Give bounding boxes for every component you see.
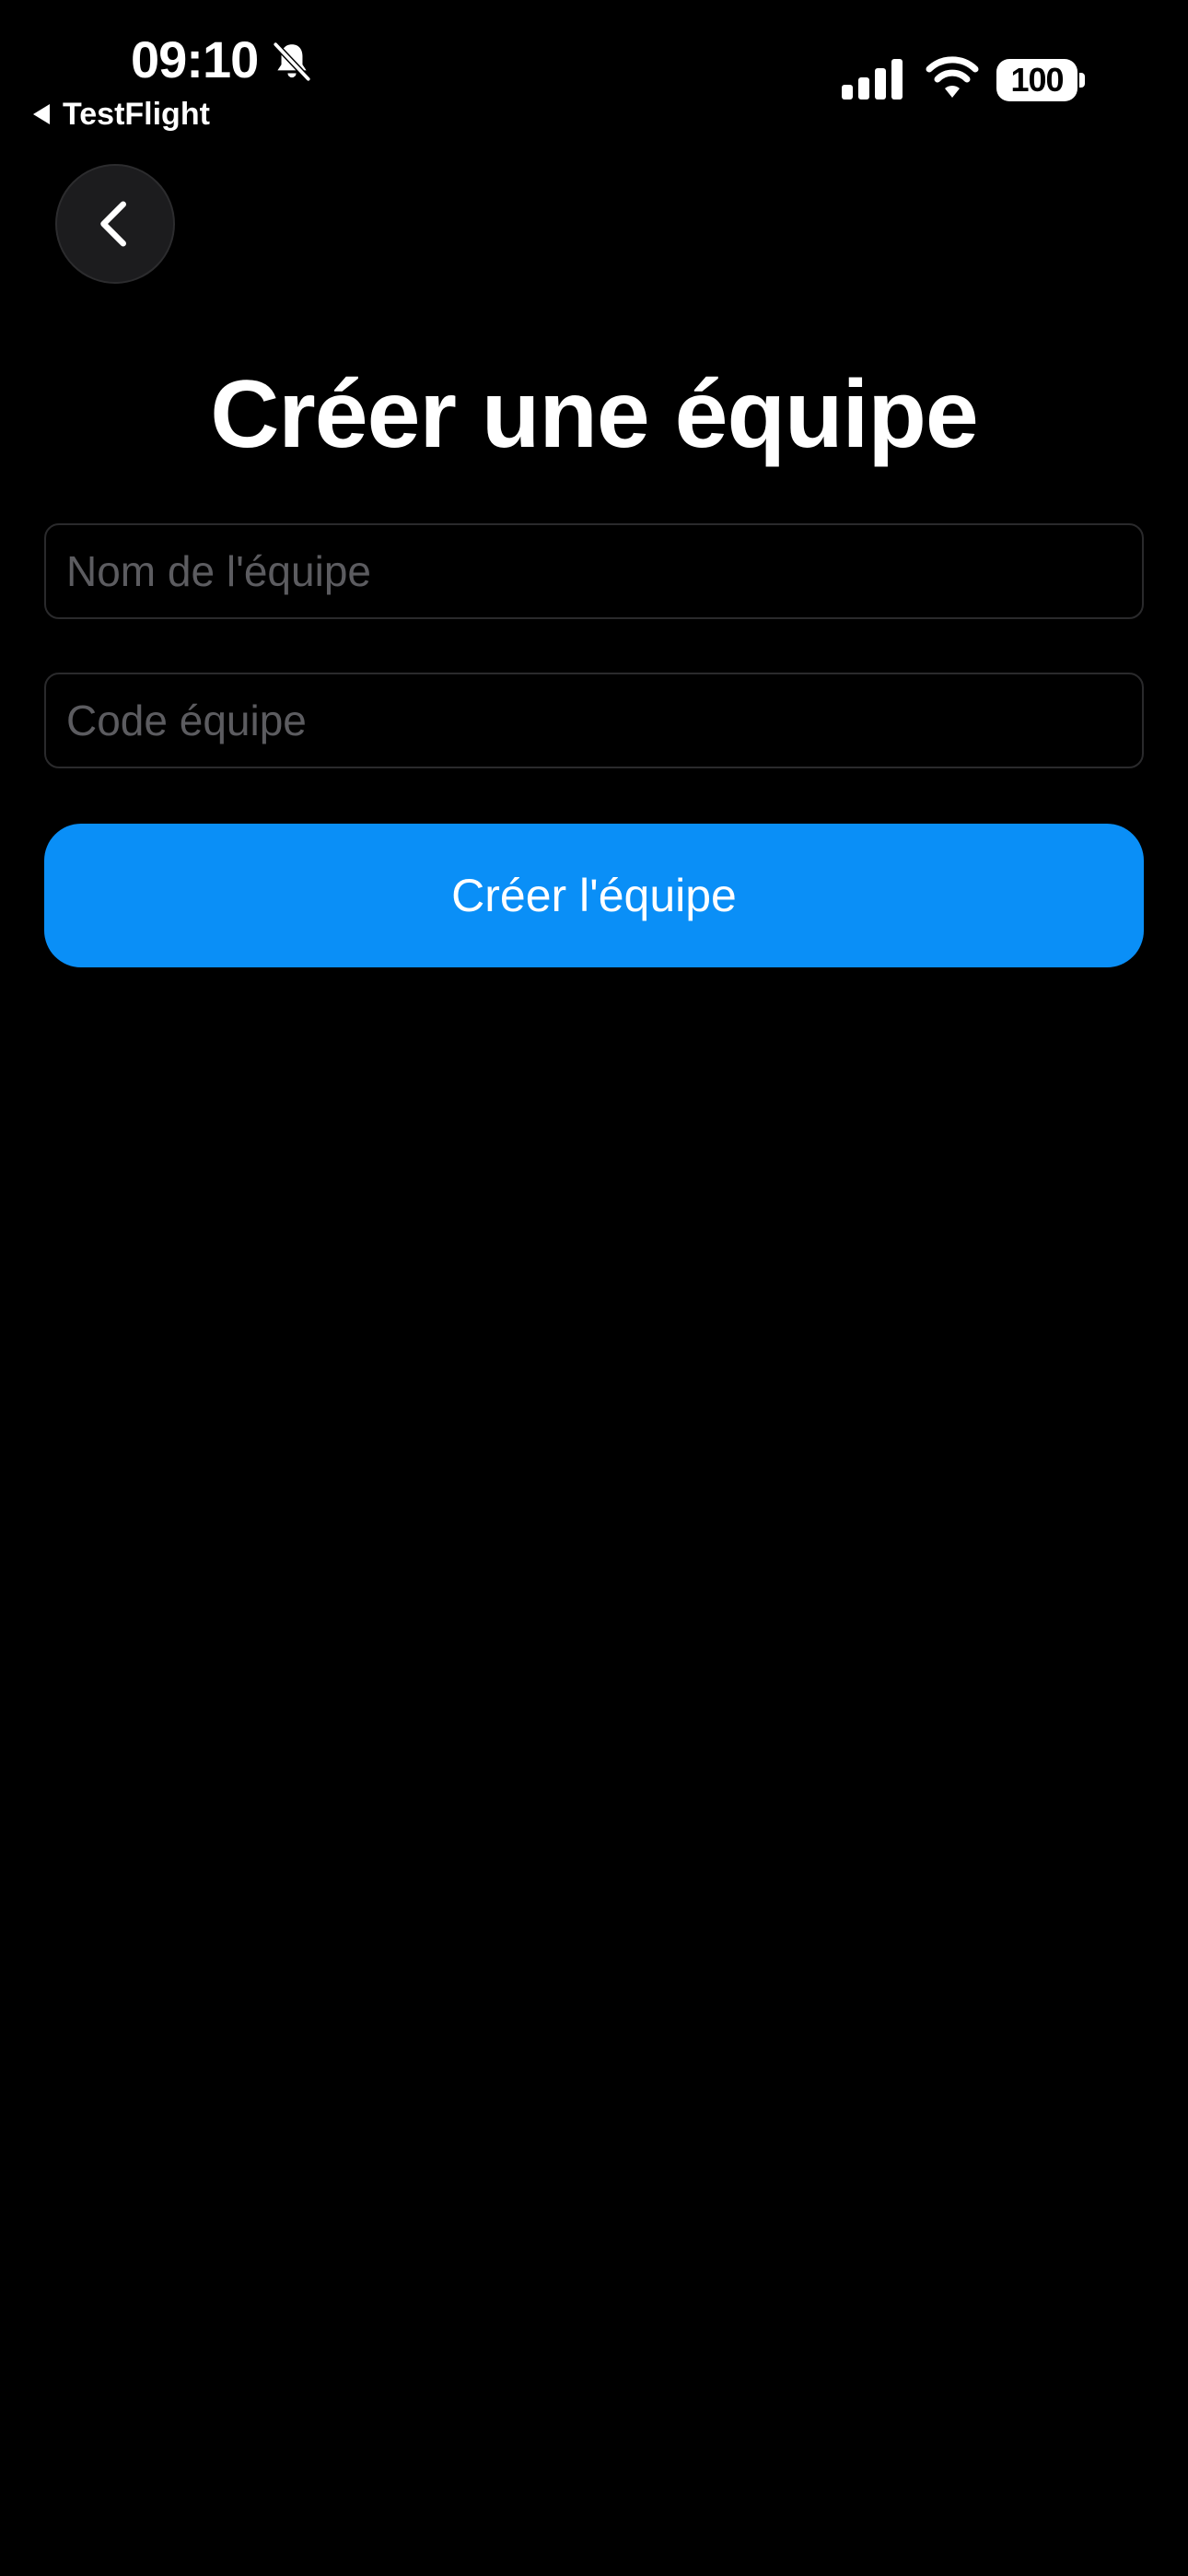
create-team-button[interactable]: Créer l'équipe xyxy=(44,824,1144,967)
back-app-label: TestFlight xyxy=(63,96,210,132)
signal-icon xyxy=(842,59,903,100)
back-to-app-link[interactable]: TestFlight xyxy=(33,94,210,135)
battery-level: 100 xyxy=(996,59,1077,101)
battery-cap xyxy=(1079,73,1085,88)
bell-slash-icon xyxy=(273,41,311,82)
page-title: Créer une équipe xyxy=(210,361,979,468)
back-button[interactable] xyxy=(55,164,175,284)
chevron-left-icon xyxy=(100,201,126,247)
status-time: 09:10 xyxy=(131,30,259,88)
wifi-icon xyxy=(926,56,979,98)
team-name-input[interactable] xyxy=(44,523,1144,619)
team-code-input[interactable] xyxy=(44,673,1144,768)
back-triangle-icon xyxy=(33,104,50,124)
battery-icon: 100 xyxy=(996,59,1085,101)
